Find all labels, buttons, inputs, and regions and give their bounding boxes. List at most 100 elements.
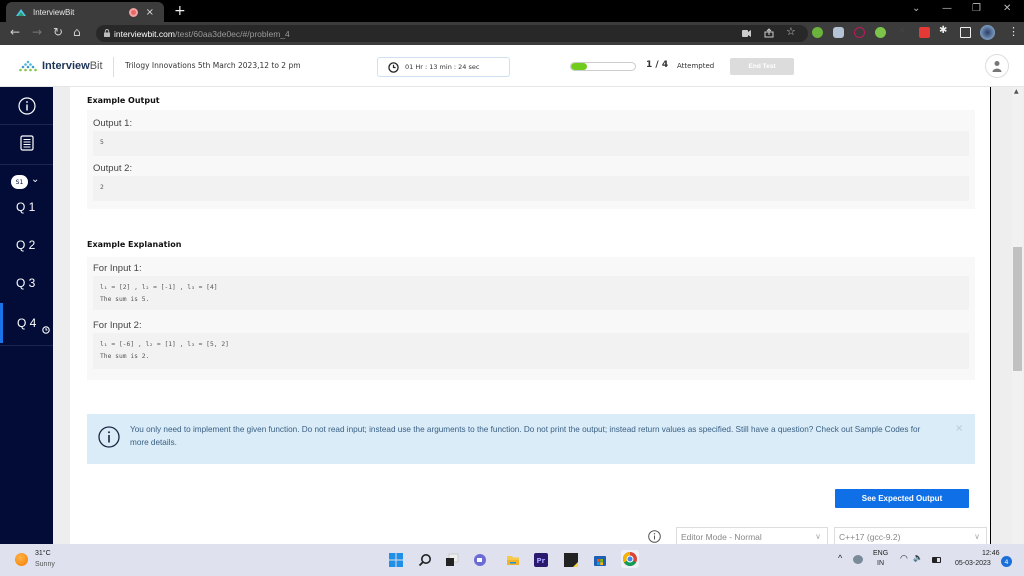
volume-icon[interactable]: 🔈 bbox=[913, 553, 923, 562]
language-select[interactable]: C++17 (gcc-9.2) ∨ bbox=[834, 527, 987, 544]
teams-chat-icon[interactable] bbox=[473, 553, 487, 567]
timer-text: 01 Hr : 13 min : 24 sec bbox=[405, 63, 480, 71]
implementation-note-alert: You only need to implement the given fun… bbox=[87, 414, 975, 464]
notification-count-badge[interactable]: 4 bbox=[1001, 556, 1012, 567]
share-icon[interactable] bbox=[764, 28, 774, 38]
restore-button[interactable]: ❐ bbox=[972, 3, 981, 14]
windows-start-icon[interactable] bbox=[389, 553, 403, 567]
sticky-notes-icon[interactable] bbox=[564, 553, 578, 567]
info-icon bbox=[98, 426, 120, 448]
extensions-puzzle-icon[interactable]: ✱ bbox=[939, 25, 947, 36]
sidebar-item-q4[interactable]: Q 4 bbox=[17, 316, 36, 330]
extension-frog-icon[interactable] bbox=[875, 27, 886, 38]
back-button[interactable]: ← bbox=[10, 25, 20, 39]
end-test-button[interactable]: End Test bbox=[730, 58, 794, 75]
weather-tray-icon[interactable] bbox=[853, 555, 863, 564]
scroll-up-arrow-icon[interactable]: ▲ bbox=[1014, 88, 1019, 95]
extension-plus-icon[interactable] bbox=[812, 27, 823, 38]
wifi-icon[interactable]: ◠ bbox=[900, 553, 908, 564]
editor-mode-select[interactable]: Editor Mode - Normal ∨ bbox=[676, 527, 828, 544]
logo-mark-icon bbox=[19, 60, 37, 72]
sidebar-problem-list-button[interactable] bbox=[0, 131, 53, 155]
minimize-button[interactable]: — bbox=[942, 3, 952, 14]
input-language-top[interactable]: ENG bbox=[873, 550, 888, 557]
editor-info-icon[interactable] bbox=[648, 530, 661, 543]
input-language-bottom[interactable]: IN bbox=[877, 560, 884, 567]
scrollbar-thumb[interactable] bbox=[1013, 247, 1022, 371]
see-expected-output-button[interactable]: See Expected Output bbox=[835, 489, 969, 508]
svg-text:Pr: Pr bbox=[537, 557, 546, 565]
new-tab-button[interactable]: + bbox=[174, 3, 186, 19]
extension-shield-icon[interactable] bbox=[833, 27, 844, 38]
address-bar[interactable]: interviewbit.com/test/60aa3de0ec/#/probl… bbox=[96, 25, 808, 42]
home-button[interactable]: ⌂ bbox=[73, 25, 81, 39]
input-2-explanation: l₁ = [-6] , l₂ = [1] , l₃ = [5, 2] The s… bbox=[93, 333, 969, 369]
clock-date[interactable]: 05-03-2023 bbox=[955, 560, 991, 567]
user-icon bbox=[992, 61, 1002, 72]
browser-tab[interactable]: InterviewBit × bbox=[6, 2, 164, 22]
tray-overflow-chevron-icon[interactable]: ^ bbox=[838, 553, 842, 563]
example-explanation-box: For Input 1: l₁ = [2] , l₂ = [-1] , l₃ =… bbox=[87, 257, 975, 380]
output-1-label: Output 1: bbox=[93, 118, 133, 129]
tab-close-button[interactable]: × bbox=[146, 7, 154, 18]
clock-time[interactable]: 12:46 bbox=[982, 550, 1000, 557]
interviewbit-favicon-icon bbox=[16, 8, 26, 16]
interviewbit-logo[interactable]: InterviewBit bbox=[17, 60, 103, 72]
camera-icon[interactable] bbox=[742, 30, 751, 37]
microsoft-store-icon[interactable] bbox=[593, 553, 607, 567]
left-gutter bbox=[53, 87, 70, 544]
list-document-icon bbox=[19, 135, 34, 151]
extension-lock-icon[interactable] bbox=[919, 27, 930, 38]
language-value: C++17 (gcc-9.2) bbox=[839, 532, 901, 542]
sidebar-divider bbox=[0, 345, 53, 346]
input-1-explanation: l₁ = [2] , l₂ = [-1] , l₃ = [4] The sum … bbox=[93, 276, 969, 310]
lock-icon bbox=[104, 29, 110, 37]
chevron-down-icon: ∨ bbox=[974, 532, 980, 541]
sidebar-divider bbox=[0, 164, 53, 165]
clock-icon bbox=[388, 61, 399, 73]
chevron-down-icon: ∨ bbox=[815, 532, 821, 541]
file-explorer-icon[interactable] bbox=[506, 553, 520, 567]
browser-toolbar: ← → ↻ ⌂ interviewbit.com/test/60aa3de0ec… bbox=[0, 22, 1024, 45]
sidebar-info-button[interactable] bbox=[0, 92, 53, 119]
sun-weather-icon[interactable] bbox=[15, 553, 28, 566]
active-question-indicator bbox=[0, 303, 3, 343]
weather-description[interactable]: Sunny bbox=[35, 561, 55, 568]
test-title: Trilogy Innovations 5th March 2023,12 to… bbox=[125, 61, 301, 70]
question-sidebar: S1 ⌄ Q 1 Q 2 Q 3 Q 4 bbox=[0, 87, 53, 544]
editor-mode-value: Editor Mode - Normal bbox=[681, 532, 762, 542]
logo-text: InterviewBit bbox=[42, 60, 103, 72]
search-icon[interactable] bbox=[418, 553, 432, 567]
chrome-icon[interactable] bbox=[621, 550, 639, 568]
premiere-pro-icon[interactable]: Pr bbox=[534, 553, 548, 567]
close-window-button[interactable]: ✕ bbox=[1003, 3, 1011, 14]
task-view-icon[interactable] bbox=[445, 553, 459, 567]
user-avatar[interactable] bbox=[985, 54, 1009, 78]
problem-content: Example Output Output 1: 5 Output 2: 2 E… bbox=[70, 87, 990, 544]
reload-button[interactable]: ↻ bbox=[53, 25, 63, 39]
app-header: InterviewBit Trilogy Innovations 5th Mar… bbox=[0, 45, 1024, 87]
bookmark-star-icon[interactable]: ☆ bbox=[786, 25, 796, 38]
sidebar-item-q3[interactable]: Q 3 bbox=[16, 276, 35, 290]
output-1-code: 5 bbox=[93, 131, 969, 156]
windows-taskbar: 31°C Sunny Pr ^ ENG IN ◠ 🔈 12:46 05-03-2… bbox=[0, 544, 1024, 576]
test-timer: 01 Hr : 13 min : 24 sec bbox=[377, 57, 510, 77]
browser-menu-icon[interactable]: ⋮ bbox=[1008, 25, 1019, 38]
header-divider bbox=[113, 57, 114, 77]
tab-search-button[interactable]: ⌄ bbox=[912, 3, 920, 14]
side-panel-icon[interactable] bbox=[960, 27, 971, 38]
browser-tab-strip: InterviewBit × + ⌄ — ❐ ✕ bbox=[0, 0, 1024, 22]
sidebar-item-q1[interactable]: Q 1 bbox=[16, 200, 35, 214]
weather-temperature[interactable]: 31°C bbox=[35, 550, 51, 557]
attempt-progress-bar bbox=[570, 62, 636, 71]
extension-x-icon[interactable]: ✕ bbox=[898, 26, 906, 36]
section-badge[interactable]: S1 bbox=[11, 175, 28, 189]
sidebar-item-q2[interactable]: Q 2 bbox=[16, 238, 35, 252]
profile-avatar-icon[interactable] bbox=[980, 25, 995, 40]
alert-close-button[interactable]: × bbox=[955, 423, 963, 434]
forward-button[interactable]: → bbox=[32, 25, 42, 39]
battery-icon[interactable] bbox=[932, 557, 941, 563]
extension-play-icon[interactable] bbox=[854, 27, 865, 38]
section-chevron-down-icon[interactable]: ⌄ bbox=[31, 174, 39, 185]
output-2-code: 2 bbox=[93, 176, 969, 201]
